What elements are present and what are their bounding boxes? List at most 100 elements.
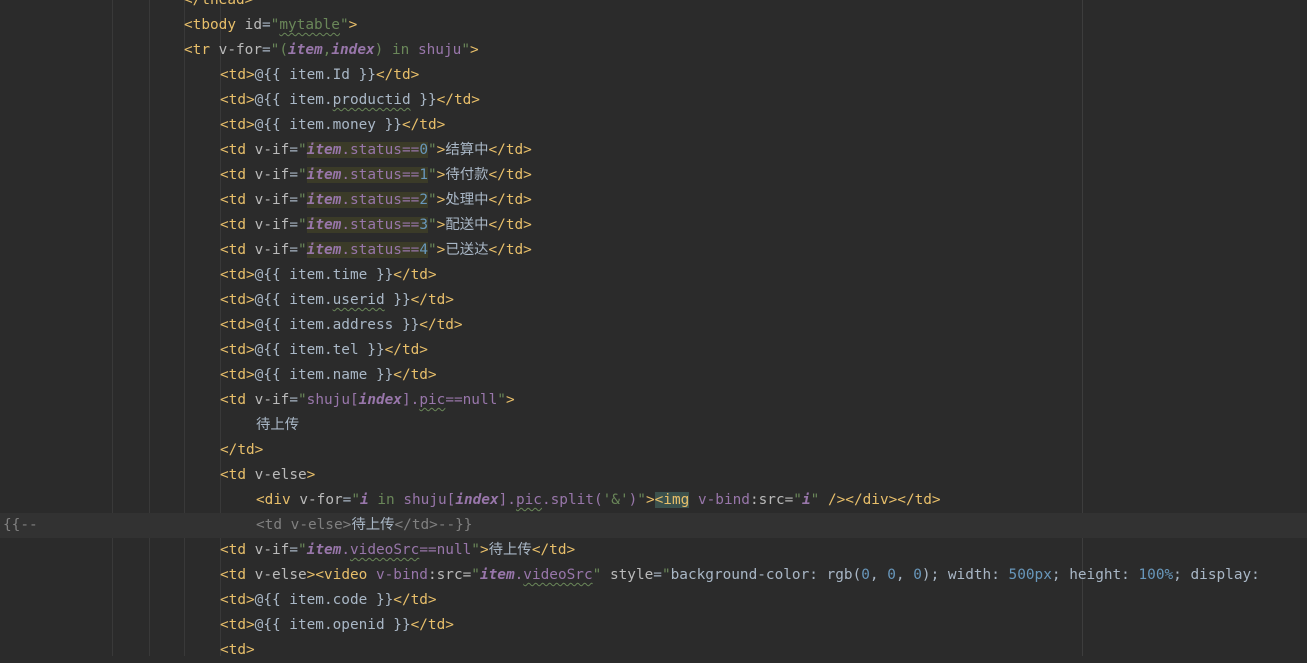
code-line[interactable]: <tr v-for="(item,index) in shuju"> bbox=[0, 38, 1307, 63]
token: . bbox=[341, 542, 350, 558]
token: 待上传 bbox=[256, 417, 300, 433]
code-editor[interactable]: </thead> <tbody id="mytable"> <tr v-for="(… bbox=[0, 0, 1307, 658]
token: @{{ item.money }} bbox=[254, 117, 402, 133]
code-line[interactable]: <td>@{{ item.name }}</td> bbox=[0, 363, 1307, 388]
token: <td bbox=[220, 142, 246, 158]
token: </td> bbox=[488, 192, 532, 208]
code-text: <td v-if="shuju[index].pic==null"> bbox=[220, 388, 515, 413]
token: " bbox=[351, 492, 360, 508]
token: " bbox=[298, 217, 307, 233]
code-text: <td>@{{ item.code }}</td> bbox=[220, 588, 437, 613]
code-text: <td>@{{ item.productid }}</td> bbox=[220, 88, 480, 113]
code-text: <tr v-for="(item,index) in shuju"> bbox=[184, 38, 479, 63]
code-line[interactable]: <td>@{{ item.tel }}</td> bbox=[0, 338, 1307, 363]
code-line[interactable]: <td v-if="item.status==2">处理中</td> bbox=[0, 188, 1307, 213]
code-line[interactable]: <td> bbox=[0, 638, 1307, 663]
code-text: <td>@{{ item.name }}</td> bbox=[220, 363, 437, 388]
token: shuju[ bbox=[306, 392, 359, 408]
token: 0 bbox=[861, 567, 870, 583]
code-line[interactable]: <tbody id="mytable"> bbox=[0, 13, 1307, 38]
token: <td bbox=[220, 542, 246, 558]
code-line[interactable]: </thead> bbox=[0, 0, 1307, 13]
code-text: <td v-if="item.status==3">配送中</td> bbox=[220, 213, 532, 238]
token: "( bbox=[270, 42, 288, 58]
token: </td> bbox=[488, 242, 532, 258]
code-line[interactable]: <td>@{{ item.money }}</td> bbox=[0, 113, 1307, 138]
token: </td> bbox=[220, 442, 264, 458]
token: > bbox=[469, 42, 479, 58]
token: mytable bbox=[279, 17, 340, 33]
code-line[interactable]: <td v-else> bbox=[0, 463, 1307, 488]
token: 4 bbox=[419, 242, 428, 258]
code-line[interactable]: <td>@{{ item.Id }}</td> bbox=[0, 63, 1307, 88]
token: v-if bbox=[254, 142, 290, 158]
code-text: <td>@{{ item.Id }}</td> bbox=[220, 63, 419, 88]
token: " bbox=[793, 492, 802, 508]
code-line[interactable]: <td v-if="item.status==3">配送中</td> bbox=[0, 213, 1307, 238]
token: ) bbox=[628, 492, 638, 508]
token: </td>--}} bbox=[394, 517, 473, 533]
code-line[interactable]: <td>@{{ item.code }}</td> bbox=[0, 588, 1307, 613]
token: = bbox=[289, 542, 298, 558]
code-line[interactable]: <td v-if="item.status==1">待付款</td> bbox=[0, 163, 1307, 188]
token: i bbox=[801, 492, 811, 508]
code-text: <td v-else> bbox=[220, 463, 315, 488]
code-line[interactable]: <td v-if="item.status==0">结算中</td> bbox=[0, 138, 1307, 163]
token: ]. bbox=[401, 392, 420, 408]
code-line[interactable]: <td v-if="item.videoSrc==null">待上传</td> bbox=[0, 538, 1307, 563]
token: </td> bbox=[375, 67, 420, 83]
token: v-if bbox=[254, 167, 290, 183]
token: </td> bbox=[488, 142, 532, 158]
token: v-for bbox=[218, 42, 262, 58]
code-text: <td v-if="item.status==4">已送达</td> bbox=[220, 238, 532, 263]
code-line[interactable]: 待上传 bbox=[0, 413, 1307, 438]
token: @{{ item. bbox=[254, 292, 333, 308]
token: index bbox=[358, 392, 402, 408]
code-line[interactable]: <td v-if="item.status==4">已送达</td> bbox=[0, 238, 1307, 263]
token: @{{ item.code }} bbox=[254, 592, 394, 608]
code-line[interactable]: <td v-if="shuju[index].pic==null"> bbox=[0, 388, 1307, 413]
code-line[interactable]: </td> bbox=[0, 438, 1307, 463]
token: @{{ item. bbox=[254, 92, 333, 108]
token: v-if bbox=[254, 392, 290, 408]
token: .status== bbox=[341, 242, 420, 258]
token: <td> bbox=[220, 267, 255, 283]
code-line[interactable]: {{-- <td v-else>待上传</td>--}} bbox=[0, 513, 1307, 538]
token: pic bbox=[419, 392, 446, 408]
token: = bbox=[289, 142, 298, 158]
token: " bbox=[497, 392, 506, 408]
code-line[interactable]: <td>@{{ item.time }}</td> bbox=[0, 263, 1307, 288]
token: v-else bbox=[254, 467, 307, 483]
code-line[interactable]: <div v-for="i in shuju[index].pic.split(… bbox=[0, 488, 1307, 513]
token: .status== bbox=[341, 167, 420, 183]
code-line[interactable]: <td>@{{ item.userid }}</td> bbox=[0, 288, 1307, 313]
token: " bbox=[427, 217, 437, 233]
token: <td> bbox=[220, 617, 255, 633]
code-line[interactable]: <td v-else><video v-bind:src="item.video… bbox=[0, 563, 1307, 588]
token: ) bbox=[374, 42, 392, 58]
code-line[interactable]: <td>@{{ item.productid }}</td> bbox=[0, 88, 1307, 113]
token: @{{ item.tel }} bbox=[254, 342, 385, 358]
code-line[interactable]: <td>@{{ item.address }}</td> bbox=[0, 313, 1307, 338]
code-text: <td>@{{ item.address }}</td> bbox=[220, 313, 463, 338]
code-text: <td> bbox=[220, 638, 255, 663]
code-line[interactable]: <td>@{{ item.openid }}</td> bbox=[0, 613, 1307, 638]
token: <td> bbox=[220, 92, 255, 108]
token: </td> bbox=[393, 592, 437, 608]
token: > bbox=[505, 392, 515, 408]
token: :src= bbox=[749, 492, 794, 508]
token: </td> bbox=[897, 492, 941, 508]
token: 0 bbox=[419, 142, 428, 158]
token: background-color: rgb( bbox=[670, 567, 862, 583]
token: > bbox=[306, 467, 316, 483]
token: 已送达 bbox=[445, 242, 489, 258]
token: </td> bbox=[401, 117, 446, 133]
token: <td> bbox=[220, 317, 255, 333]
code-text: <div v-for="i in shuju[index].pic.split(… bbox=[256, 488, 941, 513]
